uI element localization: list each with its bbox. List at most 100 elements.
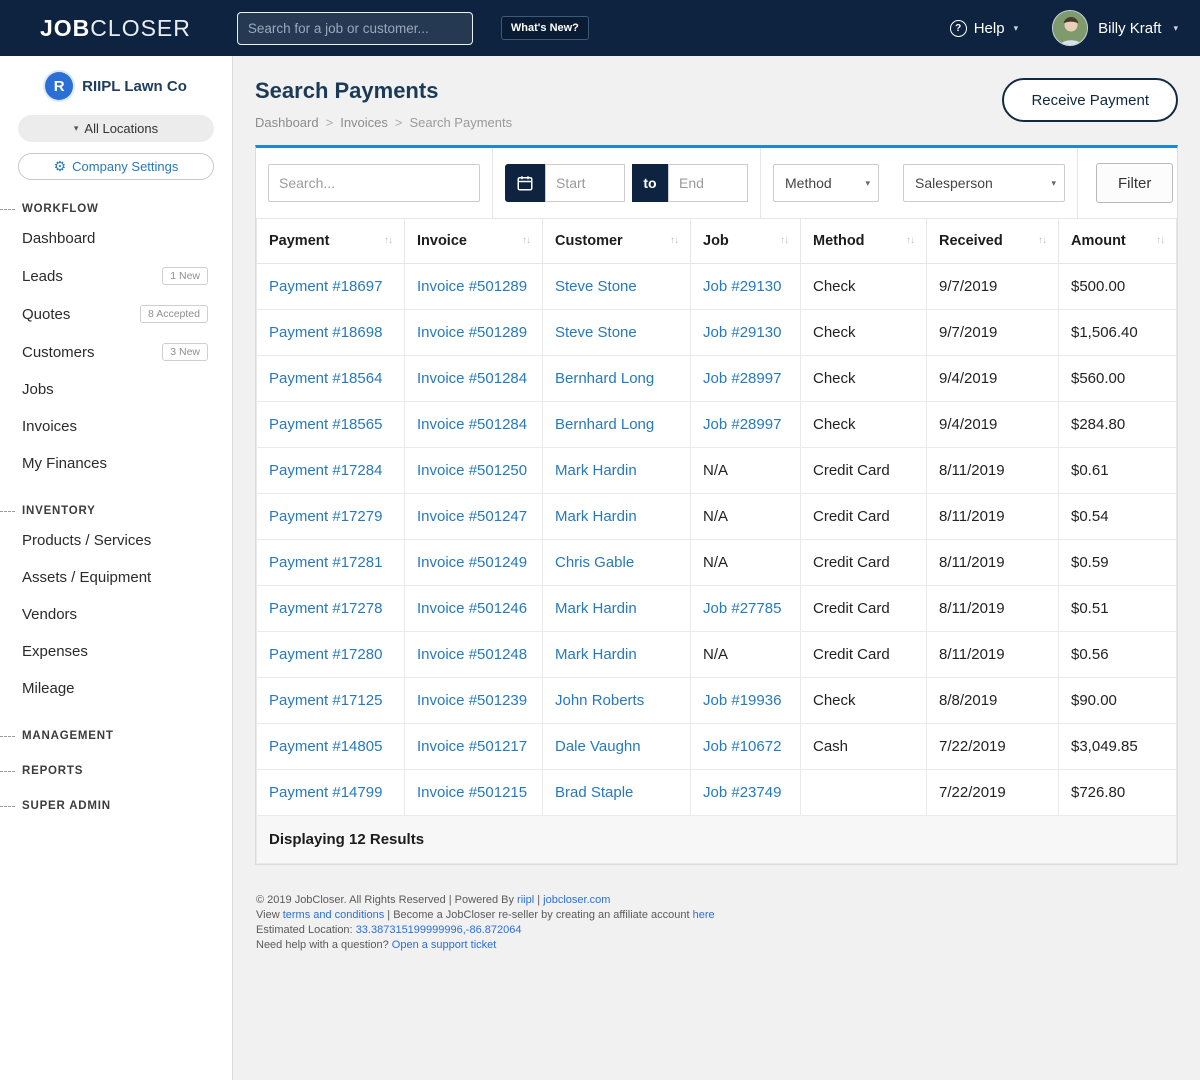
invoice-link[interactable]: Invoice #501239 <box>417 692 527 709</box>
sidebar-section-management[interactable]: MANAGEMENT <box>0 730 232 742</box>
column-header-customer[interactable]: Customer↑↓ <box>543 219 691 264</box>
terms-link[interactable]: terms and conditions <box>283 909 385 921</box>
sidebar-section-super-admin[interactable]: SUPER ADMIN <box>0 800 232 812</box>
sidebar-item-assets-equipment[interactable]: Assets / Equipment <box>0 559 232 596</box>
invoice-link[interactable]: Invoice #501289 <box>417 324 527 341</box>
sidebar-item-dashboard[interactable]: Dashboard <box>0 220 232 257</box>
sidebar-section-workflow[interactable]: WORKFLOW <box>0 203 232 215</box>
invoice-link[interactable]: Invoice #501217 <box>417 738 527 755</box>
sidebar-section-reports[interactable]: REPORTS <box>0 765 232 777</box>
sidebar-item-expenses[interactable]: Expenses <box>0 633 232 670</box>
customer-link[interactable]: Steve Stone <box>555 278 637 295</box>
invoice-link[interactable]: Invoice #501249 <box>417 554 527 571</box>
company-header[interactable]: R RIIPL Lawn Co <box>0 72 232 100</box>
job-link[interactable]: Job #23749 <box>703 784 781 801</box>
invoice-link[interactable]: Invoice #501248 <box>417 646 527 663</box>
job-link[interactable]: Job #29130 <box>703 324 781 341</box>
salesperson-select[interactable]: Salesperson ▾ <box>903 164 1065 202</box>
payment-link[interactable]: Payment #17125 <box>269 692 382 709</box>
customer-link[interactable]: Steve Stone <box>555 324 637 341</box>
sidebar-item-invoices[interactable]: Invoices <box>0 408 232 445</box>
riipl-link[interactable]: riipl <box>517 894 534 906</box>
payment-link[interactable]: Payment #17279 <box>269 508 382 525</box>
payment-link[interactable]: Payment #17278 <box>269 600 382 617</box>
table-search-input[interactable] <box>268 164 480 202</box>
job-link[interactable]: Job #10672 <box>703 738 781 755</box>
sidebar-item-quotes[interactable]: Quotes8 Accepted <box>0 295 232 333</box>
job-link[interactable]: Job #28997 <box>703 416 781 433</box>
sidebar-item-products-services[interactable]: Products / Services <box>0 522 232 559</box>
company-settings-button[interactable]: ⚙ Company Settings <box>18 153 214 180</box>
column-header-received[interactable]: Received↑↓ <box>927 219 1059 264</box>
sidebar-item-jobs[interactable]: Jobs <box>0 371 232 408</box>
customer-link[interactable]: Bernhard Long <box>555 370 654 387</box>
invoice-link[interactable]: Invoice #501250 <box>417 462 527 479</box>
payment-link[interactable]: Payment #18698 <box>269 324 382 341</box>
help-menu[interactable]: ? Help ▾ <box>950 20 1018 37</box>
global-search-input[interactable] <box>237 12 473 45</box>
here-link[interactable]: here <box>693 909 715 921</box>
sort-icon[interactable]: ↑↓ <box>1038 235 1046 246</box>
sidebar-item-customers[interactable]: Customers3 New <box>0 333 232 371</box>
start-date-input[interactable] <box>545 164 625 202</box>
customer-link[interactable]: Brad Staple <box>555 784 633 801</box>
payment-link[interactable]: Payment #14799 <box>269 784 382 801</box>
customer-link[interactable]: Dale Vaughn <box>555 738 641 755</box>
job-link[interactable]: Job #29130 <box>703 278 781 295</box>
sidebar-section-inventory[interactable]: INVENTORY <box>0 505 232 517</box>
job-link[interactable]: Job #27785 <box>703 600 781 617</box>
payment-link[interactable]: Payment #18564 <box>269 370 382 387</box>
sidebar-item-vendors[interactable]: Vendors <box>0 596 232 633</box>
sort-icon[interactable]: ↑↓ <box>780 235 788 246</box>
customer-link[interactable]: John Roberts <box>555 692 644 709</box>
payment-link[interactable]: Payment #14805 <box>269 738 382 755</box>
sort-icon[interactable]: ↑↓ <box>1156 235 1164 246</box>
method-select[interactable]: Method ▾ <box>773 164 879 202</box>
payment-link[interactable]: Payment #17284 <box>269 462 382 479</box>
job-link[interactable]: Job #28997 <box>703 370 781 387</box>
payment-link[interactable]: Payment #17280 <box>269 646 382 663</box>
customer-link[interactable]: Mark Hardin <box>555 646 637 663</box>
sort-icon[interactable]: ↑↓ <box>522 235 530 246</box>
sidebar-item-mileage[interactable]: Mileage <box>0 670 232 707</box>
customer-link[interactable]: Mark Hardin <box>555 508 637 525</box>
sidebar-item-leads[interactable]: Leads1 New <box>0 257 232 295</box>
payment-link[interactable]: Payment #18565 <box>269 416 382 433</box>
customer-link[interactable]: Chris Gable <box>555 554 634 571</box>
support-ticket-link[interactable]: Open a support ticket <box>392 939 497 951</box>
all-locations-dropdown[interactable]: ▾ All Locations <box>18 115 214 142</box>
invoice-link[interactable]: Invoice #501289 <box>417 278 527 295</box>
invoice-link[interactable]: Invoice #501246 <box>417 600 527 617</box>
received-value: 8/11/2019 <box>939 462 1005 479</box>
location-link[interactable]: 33.387315199999996,-86.872064 <box>356 924 522 936</box>
jobcloser-link[interactable]: jobcloser.com <box>543 894 610 906</box>
customer-link[interactable]: Mark Hardin <box>555 600 637 617</box>
column-header-invoice[interactable]: Invoice↑↓ <box>405 219 543 264</box>
receive-payment-button[interactable]: Receive Payment <box>1002 78 1178 122</box>
sidebar-item-my-finances[interactable]: My Finances <box>0 445 232 482</box>
payment-link[interactable]: Payment #18697 <box>269 278 382 295</box>
end-date-input[interactable] <box>668 164 748 202</box>
column-header-amount[interactable]: Amount↑↓ <box>1059 219 1177 264</box>
calendar-button[interactable] <box>505 164 545 202</box>
invoice-link[interactable]: Invoice #501284 <box>417 416 527 433</box>
customer-link[interactable]: Mark Hardin <box>555 462 637 479</box>
column-header-payment[interactable]: Payment↑↓ <box>257 219 405 264</box>
column-header-job[interactable]: Job↑↓ <box>691 219 801 264</box>
sort-icon[interactable]: ↑↓ <box>670 235 678 246</box>
filter-button[interactable]: Filter <box>1096 163 1173 203</box>
breadcrumb-item-invoices[interactable]: Invoices <box>340 115 388 130</box>
app-logo[interactable]: JOBCLOSER <box>40 15 191 42</box>
column-header-method[interactable]: Method↑↓ <box>801 219 927 264</box>
whats-new-button[interactable]: What's New? <box>501 16 589 40</box>
customer-link[interactable]: Bernhard Long <box>555 416 654 433</box>
user-menu[interactable]: Billy Kraft ▾ <box>1052 10 1178 46</box>
job-link[interactable]: Job #19936 <box>703 692 781 709</box>
sort-icon[interactable]: ↑↓ <box>906 235 914 246</box>
invoice-link[interactable]: Invoice #501247 <box>417 508 527 525</box>
invoice-link[interactable]: Invoice #501215 <box>417 784 527 801</box>
breadcrumb-item-dashboard[interactable]: Dashboard <box>255 115 319 130</box>
payment-link[interactable]: Payment #17281 <box>269 554 382 571</box>
sort-icon[interactable]: ↑↓ <box>384 235 392 246</box>
invoice-link[interactable]: Invoice #501284 <box>417 370 527 387</box>
